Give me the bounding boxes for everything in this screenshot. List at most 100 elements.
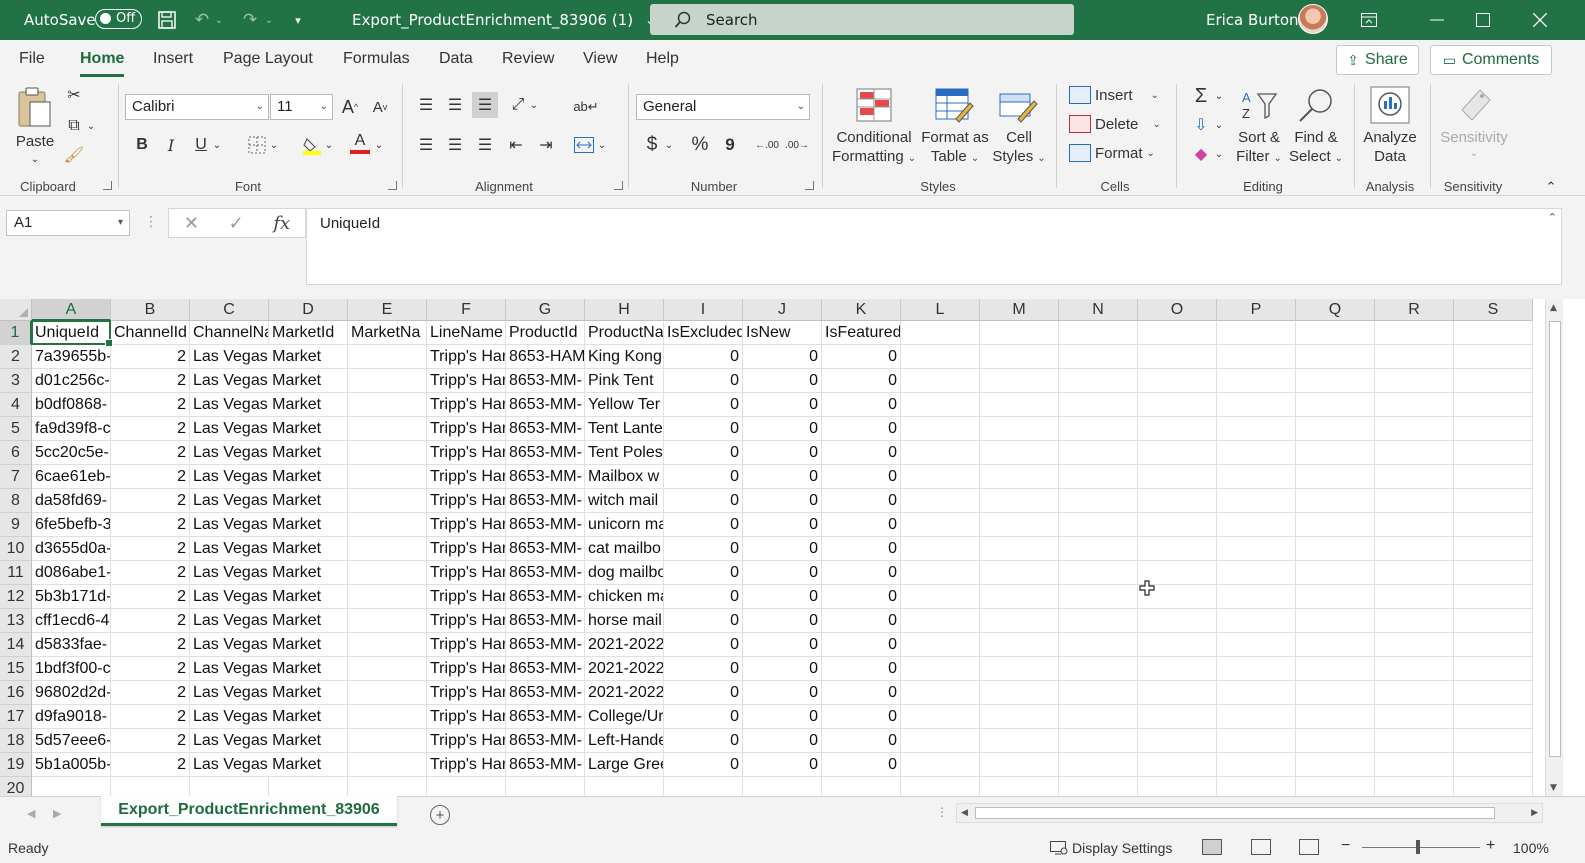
- formula-input[interactable]: UniqueId ⌃: [306, 208, 1562, 285]
- align-top-icon[interactable]: ☰: [413, 92, 439, 118]
- cell-c7[interactable]: Las Vegas Market: [190, 465, 348, 489]
- cancel-icon[interactable]: ✕: [184, 213, 199, 234]
- cell-k19[interactable]: 0: [822, 753, 901, 777]
- cell-q18[interactable]: [1296, 729, 1375, 753]
- cell-m17[interactable]: [980, 705, 1059, 729]
- cell-j20[interactable]: [743, 777, 822, 796]
- cell-c14[interactable]: Las Vegas Market: [190, 633, 348, 657]
- cell-p11[interactable]: [1217, 561, 1296, 585]
- cell-p1[interactable]: [1217, 321, 1296, 345]
- cell-l12[interactable]: [901, 585, 980, 609]
- cell-e2[interactable]: [348, 345, 427, 369]
- bold-button[interactable]: B: [129, 132, 155, 158]
- row-header[interactable]: 20: [0, 777, 32, 796]
- underline-dropdown-icon[interactable]: ⌄: [210, 132, 224, 158]
- cell-p14[interactable]: [1217, 633, 1296, 657]
- cell-e16[interactable]: [348, 681, 427, 705]
- cell-m9[interactable]: [980, 513, 1059, 537]
- row-header[interactable]: 7: [0, 465, 32, 489]
- cell-i9[interactable]: 0: [664, 513, 743, 537]
- align-left-icon[interactable]: ☰: [413, 132, 439, 158]
- font-name-select[interactable]: Calibri ⌄: [125, 94, 269, 120]
- cell-o16[interactable]: [1138, 681, 1217, 705]
- cell-h4[interactable]: Yellow Ter: [585, 393, 664, 417]
- cell-o8[interactable]: [1138, 489, 1217, 513]
- cell-l2[interactable]: [901, 345, 980, 369]
- cell-n19[interactable]: [1059, 753, 1138, 777]
- cell-b1[interactable]: ChannelId: [111, 321, 190, 345]
- cell-o1[interactable]: [1138, 321, 1217, 345]
- cell-g18[interactable]: 8653-MM-: [506, 729, 585, 753]
- cell-a10[interactable]: d3655d0a-: [32, 537, 111, 561]
- cell-r18[interactable]: [1375, 729, 1454, 753]
- cell-f9[interactable]: Tripp's Har: [427, 513, 506, 537]
- row-header[interactable]: 4: [0, 393, 32, 417]
- cell-m4[interactable]: [980, 393, 1059, 417]
- cell-l5[interactable]: [901, 417, 980, 441]
- cell-e4[interactable]: [348, 393, 427, 417]
- cell-q4[interactable]: [1296, 393, 1375, 417]
- comments-button[interactable]: ▭ Comments: [1430, 45, 1552, 75]
- cell-s6[interactable]: [1454, 441, 1533, 465]
- column-header-q[interactable]: Q: [1296, 299, 1375, 321]
- cell-n3[interactable]: [1059, 369, 1138, 393]
- cell-a18[interactable]: 5d57eee6-: [32, 729, 111, 753]
- cell-f7[interactable]: Tripp's Har: [427, 465, 506, 489]
- cell-b12[interactable]: 2: [111, 585, 190, 609]
- autosum-icon[interactable]: Σ: [1188, 83, 1214, 109]
- tab-data[interactable]: Data: [439, 50, 473, 68]
- font-launcher-icon[interactable]: [388, 181, 397, 190]
- cell-h5[interactable]: Tent Lante: [585, 417, 664, 441]
- cell-b19[interactable]: 2: [111, 753, 190, 777]
- cell-k4[interactable]: 0: [822, 393, 901, 417]
- cell-l19[interactable]: [901, 753, 980, 777]
- cell-o15[interactable]: [1138, 657, 1217, 681]
- cell-o18[interactable]: [1138, 729, 1217, 753]
- cell-i8[interactable]: 0: [664, 489, 743, 513]
- cell-j14[interactable]: 0: [743, 633, 822, 657]
- page-layout-view-icon[interactable]: [1251, 839, 1271, 855]
- ribbon-display-options-icon[interactable]: [1346, 0, 1392, 40]
- spreadsheet-grid[interactable]: A B C D E F G H I J K L M N O P Q R S 1 UniqueId ChannelId Cha…: [0, 299, 1545, 796]
- cell-i12[interactable]: 0: [664, 585, 743, 609]
- cell-f8[interactable]: Tripp's Har: [427, 489, 506, 513]
- cell-c20[interactable]: [190, 777, 269, 796]
- cell-h19[interactable]: Large Gree: [585, 753, 664, 777]
- cell-o10[interactable]: [1138, 537, 1217, 561]
- cell-g20[interactable]: [506, 777, 585, 796]
- row-header[interactable]: 16: [0, 681, 32, 705]
- next-sheet-icon[interactable]: ▶: [53, 807, 61, 820]
- cell-n12[interactable]: [1059, 585, 1138, 609]
- cell-l10[interactable]: [901, 537, 980, 561]
- row-header[interactable]: 8: [0, 489, 32, 513]
- cell-h12[interactable]: chicken ma: [585, 585, 664, 609]
- cell-s5[interactable]: [1454, 417, 1533, 441]
- cell-o13[interactable]: [1138, 609, 1217, 633]
- column-header-e[interactable]: E: [348, 299, 427, 321]
- cell-r11[interactable]: [1375, 561, 1454, 585]
- cell-n9[interactable]: [1059, 513, 1138, 537]
- cell-r3[interactable]: [1375, 369, 1454, 393]
- cell-b8[interactable]: 2: [111, 489, 190, 513]
- cell-k9[interactable]: 0: [822, 513, 901, 537]
- cell-f11[interactable]: Tripp's Har: [427, 561, 506, 585]
- cell-o9[interactable]: [1138, 513, 1217, 537]
- cell-j15[interactable]: 0: [743, 657, 822, 681]
- cell-o20[interactable]: [1138, 777, 1217, 796]
- row-header[interactable]: 9: [0, 513, 32, 537]
- cell-h20[interactable]: [585, 777, 664, 796]
- cell-p10[interactable]: [1217, 537, 1296, 561]
- paste-button[interactable]: Paste ⌄: [14, 84, 56, 170]
- increase-font-size-icon[interactable]: A ^: [337, 94, 363, 120]
- row-header[interactable]: 13: [0, 609, 32, 633]
- fill-icon[interactable]: ⇩: [1188, 112, 1214, 138]
- number-launcher-icon[interactable]: [805, 181, 814, 190]
- cell-k8[interactable]: 0: [822, 489, 901, 513]
- cell-r2[interactable]: [1375, 345, 1454, 369]
- minimize-icon[interactable]: [1414, 0, 1460, 40]
- row-header[interactable]: 1: [0, 321, 32, 345]
- row-header[interactable]: 17: [0, 705, 32, 729]
- row-header[interactable]: 15: [0, 657, 32, 681]
- cell-n5[interactable]: [1059, 417, 1138, 441]
- cell-n10[interactable]: [1059, 537, 1138, 561]
